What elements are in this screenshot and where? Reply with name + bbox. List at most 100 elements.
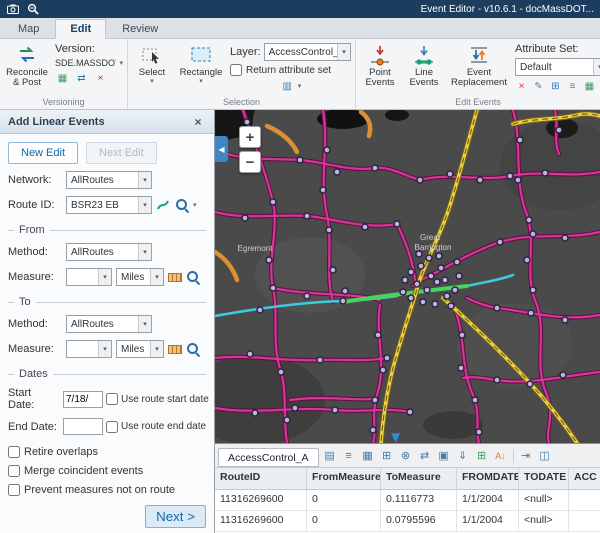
- column-header-routeid[interactable]: RouteID: [215, 468, 307, 490]
- dock-window-icon[interactable]: ◫: [537, 448, 553, 464]
- select-tool-button[interactable]: Select ▾: [132, 41, 172, 87]
- new-table-icon[interactable]: ⊞: [474, 448, 490, 464]
- post-version-icon[interactable]: ▦: [55, 71, 70, 86]
- toolbar-separator: [513, 449, 514, 463]
- tab-edit[interactable]: Edit: [55, 19, 106, 39]
- select-all-icon[interactable]: ▣: [436, 448, 452, 464]
- reconcile-post-icon: [15, 43, 39, 67]
- copy-event-icon[interactable]: ⊞: [549, 79, 562, 94]
- return-attribute-set-label: Return attribute set: [246, 65, 331, 76]
- rectangle-tool-icon: [189, 43, 213, 67]
- next-button[interactable]: Next >: [145, 505, 206, 528]
- table-cell: 11316269600: [215, 490, 307, 510]
- tab-map[interactable]: Map: [4, 20, 53, 38]
- network-label: Network:: [8, 174, 62, 186]
- table-row[interactable]: 11316269600 0 0.0795596 1/1/2004 <null>: [215, 511, 600, 532]
- route-picker-icon[interactable]: [156, 198, 171, 212]
- version-selector[interactable]: SDE.MASSDOT_editor1 ▾: [55, 58, 123, 68]
- locate-measure-icon[interactable]: ⇥: [518, 448, 534, 464]
- table-cell: <null>: [519, 490, 569, 510]
- version-label: Version:: [55, 43, 123, 55]
- zoom-to-route-icon[interactable]: [175, 198, 189, 212]
- route-id-select[interactable]: BSR23 EB ▾: [66, 196, 152, 214]
- switch-selection-icon[interactable]: ⇄: [417, 448, 433, 464]
- show-selected-records-icon[interactable]: ▦: [360, 448, 376, 464]
- column-header-fromdate[interactable]: FROMDATE: [457, 468, 519, 490]
- select-by-attributes-icon[interactable]: ▥: [280, 79, 295, 94]
- layer-select[interactable]: AccessControl_A ▾: [264, 43, 351, 61]
- add-linear-events-panel: Add Linear Events × New Edit Next Edit N…: [0, 110, 215, 533]
- attribute-list-icon[interactable]: ≡: [566, 79, 579, 94]
- chevron-down-icon: ▾: [138, 316, 151, 332]
- start-date-input[interactable]: [63, 391, 103, 408]
- new-edit-button[interactable]: New Edit: [8, 142, 78, 164]
- table-tab-accesscontrol[interactable]: AccessControl_A: [218, 448, 319, 467]
- table-row[interactable]: 11316269600 0 0.1116773 1/1/2004 <null>: [215, 490, 600, 511]
- chevron-down-icon: ▾: [150, 78, 154, 85]
- show-all-records-icon[interactable]: ≡: [341, 448, 357, 464]
- reconcile-post-button[interactable]: Reconcile & Post: [4, 41, 50, 91]
- collapse-table-panel-button[interactable]: ▼: [388, 430, 403, 443]
- line-events-button[interactable]: Line Events: [405, 41, 443, 91]
- from-unit-value: Miles: [117, 272, 150, 283]
- tab-review[interactable]: Review: [108, 20, 172, 38]
- measure-picker-icon[interactable]: [168, 273, 182, 282]
- zoom-to-from-measure-icon[interactable]: [186, 270, 200, 284]
- column-header-tomeasure[interactable]: ToMeasure: [381, 468, 457, 490]
- zoom-out-button[interactable]: −: [239, 151, 261, 173]
- column-header-frommeasure[interactable]: FromMeasure: [307, 468, 381, 490]
- reconcile-post-label: Reconcile & Post: [5, 68, 49, 89]
- delete-version-icon[interactable]: ×: [93, 71, 108, 86]
- to-measure-input[interactable]: ▾: [66, 340, 112, 358]
- camera-icon[interactable]: [6, 3, 20, 16]
- clear-selection-icon[interactable]: ⊗: [398, 448, 414, 464]
- merge-coincident-events-label: Merge coincident events: [24, 465, 143, 477]
- return-attribute-set-checkbox[interactable]: [230, 64, 242, 76]
- from-measure-input[interactable]: ▾: [66, 268, 112, 286]
- next-edit-button[interactable]: Next Edit: [86, 142, 157, 164]
- collapse-panel-button[interactable]: ◀: [215, 136, 228, 162]
- map-canvas[interactable]: Egremont Great Barrington ◀ + − ▼: [215, 110, 600, 443]
- point-events-button[interactable]: Point Events: [360, 41, 400, 91]
- to-unit-select[interactable]: Miles ▾: [116, 340, 164, 358]
- map-basemap: Egremont Great Barrington: [215, 110, 600, 443]
- zoom-out-tool-icon[interactable]: [26, 3, 40, 16]
- retire-overlaps-checkbox[interactable]: [8, 446, 20, 458]
- table-toolbar: AccessControl_A ▤ ≡ ▦ ⊞ ⊗ ⇄ ▣ ⇓ ⊞ A↓ ⇥ ◫: [215, 444, 600, 468]
- close-panel-icon[interactable]: ×: [190, 115, 206, 129]
- map-label-barrington: Barrington: [415, 243, 452, 252]
- use-route-end-date-checkbox[interactable]: [106, 421, 118, 433]
- prevent-measures-checkbox[interactable]: [8, 484, 20, 496]
- merge-coincident-events-checkbox[interactable]: [8, 465, 20, 477]
- measure-picker-icon[interactable]: [168, 345, 182, 354]
- column-header-acc[interactable]: ACC: [569, 468, 600, 490]
- group-label-edit-events: Edit Events: [360, 96, 596, 109]
- event-table-icon[interactable]: ▦: [583, 79, 596, 94]
- chevron-down-icon: ▾: [98, 341, 111, 357]
- zoom-in-button[interactable]: +: [239, 126, 261, 148]
- end-date-input[interactable]: [63, 418, 103, 435]
- table-cell: [569, 490, 600, 510]
- column-header-todate[interactable]: TODATE: [519, 468, 569, 490]
- export-records-icon[interactable]: ⇓: [455, 448, 471, 464]
- sort-icon[interactable]: A↓: [493, 448, 509, 464]
- related-tables-icon[interactable]: ▤: [322, 448, 338, 464]
- edit-attributes-icon[interactable]: ✎: [532, 79, 545, 94]
- zoom-to-selected-icon[interactable]: ⊞: [379, 448, 395, 464]
- zoom-to-to-measure-icon[interactable]: [186, 342, 200, 356]
- to-measure-label: Measure:: [8, 343, 62, 355]
- attribute-table-panel: AccessControl_A ▤ ≡ ▦ ⊞ ⊗ ⇄ ▣ ⇓ ⊞ A↓ ⇥ ◫: [215, 443, 600, 533]
- switch-version-icon[interactable]: ⇄: [74, 71, 89, 86]
- event-replacement-button[interactable]: Event Replacement: [448, 41, 510, 91]
- from-method-select[interactable]: AllRoutes ▾: [66, 243, 152, 261]
- table-cell: 1/1/2004: [457, 511, 519, 531]
- network-select[interactable]: AllRoutes ▾: [66, 171, 152, 189]
- to-method-select[interactable]: AllRoutes ▾: [66, 315, 152, 333]
- from-unit-select[interactable]: Miles ▾: [116, 268, 164, 286]
- rectangle-tool-button[interactable]: Rectangle ▾: [177, 41, 225, 87]
- use-route-start-date-checkbox[interactable]: [106, 393, 118, 405]
- delete-event-icon[interactable]: ×: [515, 79, 528, 94]
- end-date-label: End Date:: [8, 421, 60, 433]
- table-header-row: RouteID FromMeasure ToMeasure FROMDATE T…: [215, 468, 600, 490]
- attribute-set-select[interactable]: Default ▾: [515, 58, 600, 76]
